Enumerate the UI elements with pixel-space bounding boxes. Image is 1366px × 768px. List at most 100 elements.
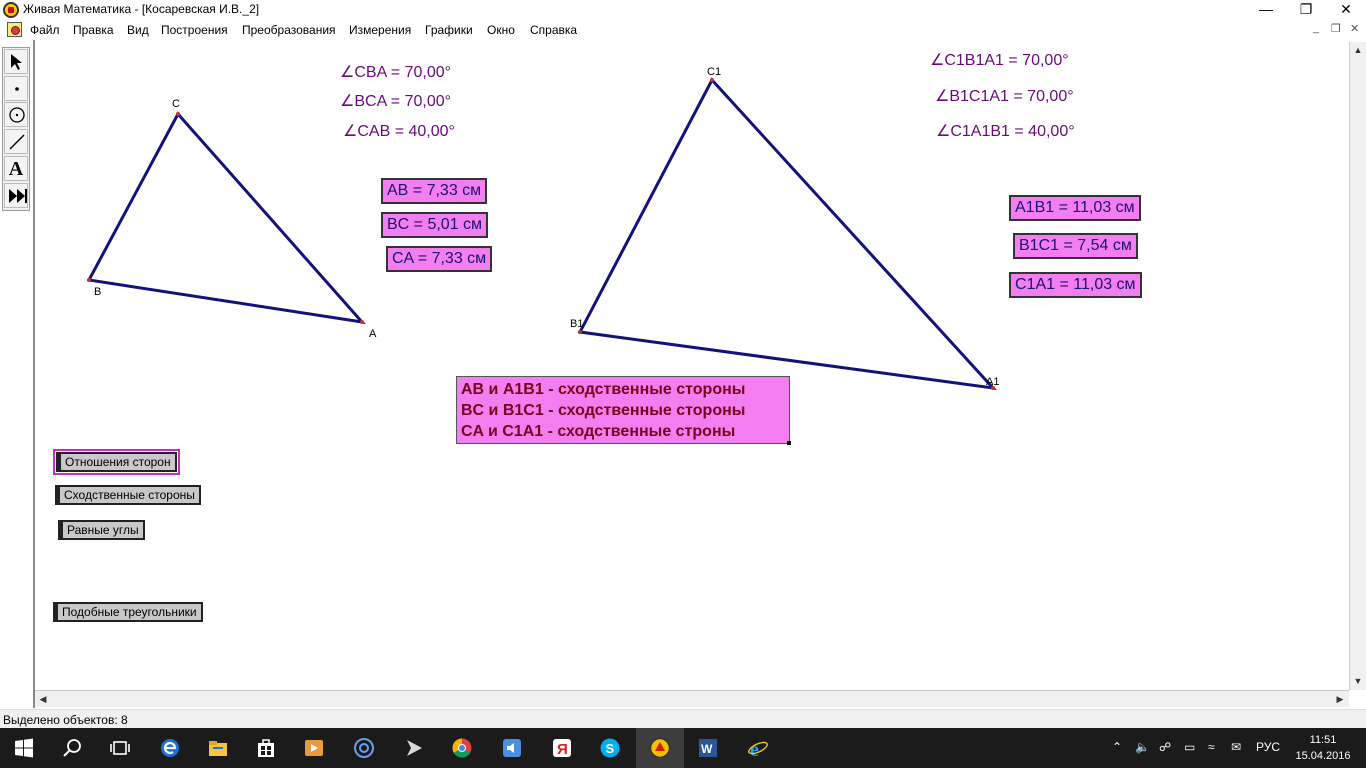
- horizontal-scrollbar[interactable]: ◀ ▶: [35, 690, 1349, 707]
- start-button[interactable]: [0, 728, 48, 768]
- live-math-icon: [649, 737, 671, 759]
- skype-button[interactable]: S: [586, 728, 634, 768]
- point-a[interactable]: [360, 320, 364, 324]
- text-tool-letter: A: [8, 158, 24, 180]
- scroll-down-icon[interactable]: ▼: [1350, 673, 1366, 689]
- status-bar: Выделено объектов: 8: [0, 709, 1366, 729]
- menu-measurements[interactable]: Измерения: [349, 23, 411, 37]
- audio-app-button[interactable]: [488, 728, 536, 768]
- segment-icon: [9, 134, 25, 150]
- straightedge-tool[interactable]: [4, 129, 28, 154]
- length-measure-box[interactable]: B1C1 = 7,54 см: [1013, 233, 1138, 259]
- vertex-label-c[interactable]: C: [172, 98, 180, 110]
- store-button[interactable]: [242, 728, 290, 768]
- language-indicator[interactable]: РУС: [1256, 740, 1280, 754]
- doc-minimize-icon[interactable]: _: [1313, 22, 1319, 34]
- notification-icon[interactable]: ✉: [1231, 740, 1241, 754]
- point-tool[interactable]: [4, 76, 28, 101]
- yandex-icon: Я: [553, 739, 571, 758]
- skype-icon: S: [600, 738, 620, 758]
- angle-measure[interactable]: ∠C1A1B1 = 40,00°: [936, 121, 1075, 141]
- menu-window[interactable]: Окно: [487, 23, 515, 37]
- folder-icon: [209, 741, 227, 756]
- point-b[interactable]: [87, 278, 91, 282]
- tray-expand-icon[interactable]: ⌃: [1112, 740, 1122, 754]
- angle-measure[interactable]: ∠CAB = 40,00°: [343, 121, 455, 141]
- length-measure-box[interactable]: C1A1 = 11,03 см: [1009, 272, 1142, 298]
- arrow-app-button[interactable]: [390, 728, 438, 768]
- menu-view[interactable]: Вид: [127, 23, 149, 37]
- internet-explorer-icon: e: [748, 739, 768, 759]
- live-math-button[interactable]: [636, 728, 684, 768]
- battery-icon[interactable]: ▭: [1184, 740, 1195, 754]
- scroll-right-icon[interactable]: ▶: [1332, 691, 1348, 707]
- title-bar: Живая Математика - [Косаревская И.В._2] …: [0, 0, 1366, 20]
- custom-tool[interactable]: [4, 183, 28, 208]
- angle-measure[interactable]: ∠CBA = 70,00°: [340, 62, 451, 82]
- menu-transformations[interactable]: Преобразования: [242, 23, 336, 37]
- vertex-label-a[interactable]: A: [369, 328, 376, 340]
- text-tool[interactable]: A: [4, 156, 28, 181]
- menu-help[interactable]: Справка: [530, 23, 577, 37]
- triangle-abc[interactable]: [86, 111, 366, 325]
- menu-file[interactable]: Файл: [30, 23, 60, 37]
- vertex-label-b[interactable]: B: [94, 286, 101, 298]
- fast-forward-icon: [9, 189, 27, 203]
- sketch-canvas[interactable]: C B A C1 B1 A1 ∠CBA = 70,00° ∠BCA = 70,0…: [35, 42, 1349, 690]
- triangle-a1b1c1[interactable]: [577, 77, 997, 391]
- clock[interactable]: 11:51 15.04.2016: [1292, 732, 1354, 764]
- corresponding-sides-button[interactable]: Сходственные стороны: [55, 485, 201, 505]
- vertex-label-c1[interactable]: C1: [707, 66, 721, 78]
- menu-constructions[interactable]: Построения: [161, 23, 228, 37]
- edge-button[interactable]: [146, 728, 194, 768]
- search-button[interactable]: [48, 728, 96, 768]
- menu-bar: Файл Правка Вид Построения Преобразовани…: [0, 20, 1366, 40]
- length-measure-box[interactable]: AB = 7,33 см: [381, 178, 488, 204]
- angle-measure[interactable]: ∠B1C1A1 = 70,00°: [935, 86, 1074, 106]
- word-icon: W: [699, 739, 717, 757]
- close-button[interactable]: ✕: [1326, 0, 1366, 20]
- taskbar: Я S W e ⌃ 🔈 ☍ ▭ ≈ ✉ РУС 11:51 15.04.2016: [0, 728, 1366, 768]
- chrome-button[interactable]: [438, 728, 486, 768]
- menu-edit[interactable]: Правка: [73, 23, 114, 37]
- point-c[interactable]: [176, 112, 180, 116]
- at-app-button[interactable]: [340, 728, 388, 768]
- internet-explorer-button[interactable]: e: [734, 728, 782, 768]
- task-view-button[interactable]: [96, 728, 144, 768]
- angle-measure[interactable]: ∠BCA = 70,00°: [340, 91, 451, 111]
- minimize-button[interactable]: —: [1246, 0, 1286, 20]
- vertex-label-a1[interactable]: A1: [986, 376, 999, 388]
- wifi-icon[interactable]: ≈: [1208, 740, 1215, 754]
- word-button[interactable]: W: [684, 728, 732, 768]
- media-player-button[interactable]: [290, 728, 338, 768]
- length-measure-box[interactable]: A1B1 = 11,03 см: [1009, 195, 1141, 221]
- length-measure-box[interactable]: CA = 7,33 см: [386, 246, 493, 272]
- angle-measure[interactable]: ∠C1B1A1 = 70,00°: [930, 50, 1069, 70]
- network-icon[interactable]: ☍: [1159, 740, 1171, 754]
- volume-icon[interactable]: 🔈: [1135, 740, 1150, 754]
- file-explorer-button[interactable]: [194, 728, 242, 768]
- menu-graphs[interactable]: Графики: [425, 23, 473, 37]
- point-c1[interactable]: [710, 78, 714, 82]
- selection-arrow-tool[interactable]: [4, 49, 28, 74]
- scroll-left-icon[interactable]: ◀: [35, 691, 51, 707]
- note-line: AB и A1B1 - сходственные стороны: [461, 381, 746, 398]
- point-b1[interactable]: [578, 330, 582, 334]
- vertex-label-b1[interactable]: B1: [570, 318, 583, 330]
- yandex-button[interactable]: Я: [538, 728, 586, 768]
- similar-triangles-button[interactable]: Подобные треугольники: [53, 602, 203, 622]
- clock-time: 11:51: [1309, 734, 1337, 746]
- side-ratios-button[interactable]: Отношения сторон: [53, 449, 180, 475]
- svg-text:W: W: [701, 742, 713, 756]
- compass-tool[interactable]: [4, 102, 28, 127]
- corresponding-sides-note[interactable]: AB и A1B1 - сходственные стороны BC и B1…: [456, 376, 791, 445]
- equal-angles-button[interactable]: Равные углы: [58, 520, 145, 540]
- document-icon[interactable]: [7, 22, 22, 37]
- doc-close-icon[interactable]: ✕: [1350, 22, 1359, 35]
- doc-restore-icon[interactable]: ❐: [1331, 22, 1341, 35]
- restore-button[interactable]: ❐: [1286, 0, 1326, 20]
- length-measure-box[interactable]: BC = 5,01 см: [381, 212, 489, 238]
- scroll-up-icon[interactable]: ▲: [1350, 42, 1366, 58]
- vertical-scrollbar[interactable]: ▲ ▼: [1349, 42, 1366, 690]
- task-view-icon: [110, 741, 130, 755]
